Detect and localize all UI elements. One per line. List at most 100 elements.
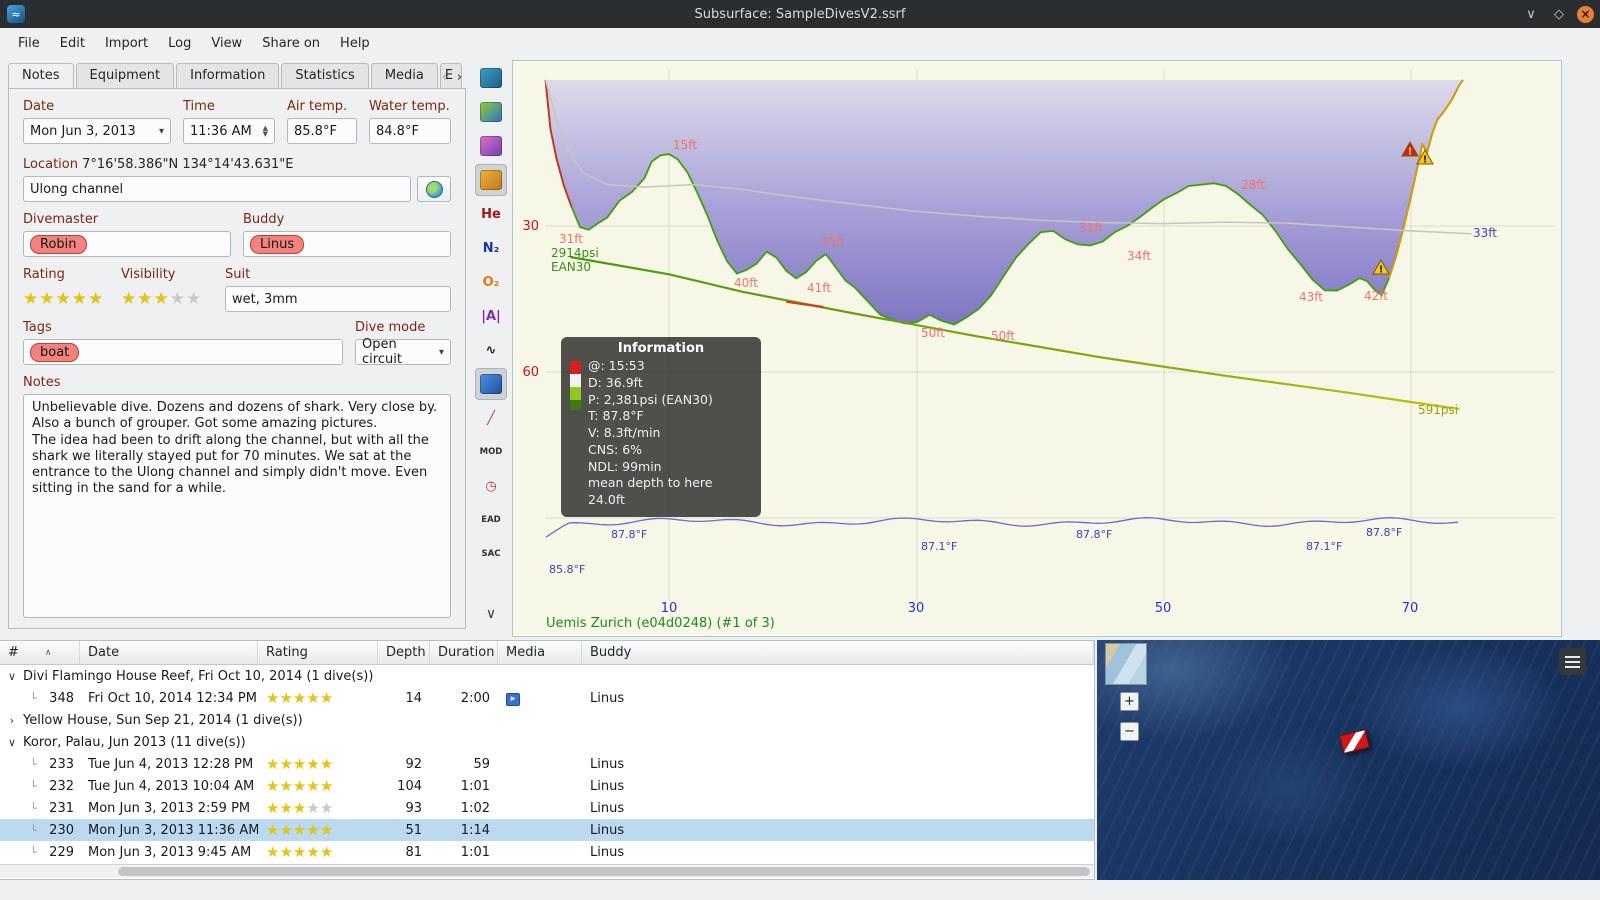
tab-information[interactable]: Information [176, 63, 280, 88]
maximize-icon[interactable]: ◇ [1549, 4, 1569, 24]
air-icon[interactable]: |A| [475, 300, 507, 332]
he-partial-pressure-icon[interactable]: He [475, 198, 507, 230]
minimize-icon[interactable]: ∨ [1521, 4, 1541, 24]
trip-row[interactable]: ∨ Divi Flamingo House Reef, Fri Oct 10, 2… [0, 665, 1094, 687]
dive-profile-chart[interactable]: 30 60 10 30 50 70 15ft 31ft 2914psi EAN30 40ft 35ft… [512, 60, 1562, 637]
ndl-icon[interactable]: ◷ [475, 470, 507, 502]
svg-text:31ft: 31ft [559, 232, 583, 246]
toolbar-collapse-button[interactable]: ∨ [475, 598, 507, 630]
dive-row[interactable]: └ 232 Tue Jun 4, 2013 10:04 AM ★★★★★ 104 1:01… [0, 775, 1094, 797]
dive-row[interactable]: └ 229 Mon Jun 3, 2013 9:45 AM ★★★★★ 81 1:01 Li… [0, 841, 1094, 863]
ceiling-icon[interactable] [475, 96, 507, 128]
menu-file[interactable]: File [8, 32, 50, 55]
menu-share-on[interactable]: Share on [252, 32, 330, 55]
scrollbar-thumb[interactable] [118, 867, 1090, 876]
collapse-icon[interactable]: ∨ [6, 736, 18, 749]
visibility-stars[interactable]: ★ ★ ★ ★ ★ [121, 286, 213, 312]
mod-icon[interactable]: MOD [475, 436, 507, 468]
spinner-arrows-icon[interactable]: ▲ ▼ [263, 125, 268, 138]
svg-text:70: 70 [1402, 601, 1419, 616]
dive-depth: 92 [405, 756, 422, 772]
svg-text:31ft: 31ft [1079, 221, 1103, 235]
n2-partial-pressure-icon[interactable]: N₂ [475, 232, 507, 264]
air-icon-glyph: |A| [481, 308, 501, 324]
dive-computer-icon[interactable] [475, 62, 507, 94]
dive-row[interactable]: └ 231 Mon Jun 3, 2013 2:59 PM ★★★★★ 93 1:02 Li… [0, 797, 1094, 819]
trip-row[interactable]: ∨ Koror, Palau, Jun 2013 (11 dive(s)) [0, 731, 1094, 753]
tag-chip[interactable]: boat [30, 342, 80, 362]
water-temp-field[interactable]: 84.8°F [369, 118, 451, 144]
svg-text:2914psi: 2914psi [551, 246, 599, 260]
air-temp-label: Air temp. [287, 99, 348, 114]
menu-edit[interactable]: Edit [50, 32, 95, 55]
star-icon: ★ [319, 843, 334, 861]
column-header-num[interactable]: # ∧ [0, 641, 80, 664]
divemaster-label: Divemaster [23, 212, 99, 227]
menu-view[interactable]: View [201, 32, 252, 55]
window-title: Subsurface: SampleDivesV2.ssrf [694, 6, 906, 22]
picture-icon[interactable] [475, 368, 507, 400]
divemaster-chip[interactable]: Robin [30, 234, 87, 254]
column-header-media[interactable]: Media [498, 641, 582, 664]
star-icon: ★ [292, 777, 307, 795]
photos-icon[interactable] [475, 164, 507, 196]
column-header-depth[interactable]: Depth [378, 641, 430, 664]
tab-statistics[interactable]: Statistics [281, 63, 369, 88]
dive-row[interactable]: └ 233 Tue Jun 4, 2013 12:28 PM ★★★★★ 92 59 Lin… [0, 753, 1094, 775]
expand-icon[interactable]: › [6, 714, 18, 727]
buddy-chip[interactable]: Linus [250, 234, 305, 254]
column-header-rating[interactable]: Rating [258, 641, 378, 664]
column-header-duration[interactable]: Duration [430, 641, 498, 664]
tab-media[interactable]: Media [370, 63, 438, 88]
ead-icon[interactable]: EAD [475, 504, 507, 536]
dive-row[interactable]: └ 348 Fri Oct 10, 2014 12:34 PM ★★★★★ 14 2:00… [0, 687, 1094, 709]
close-icon[interactable]: × [1577, 5, 1594, 23]
dive-row[interactable]: └ 230 Mon Jun 3, 2013 11:36 AM ★★★★★ 51 1:14 L… [0, 819, 1094, 841]
trip-row[interactable]: › Yellow House, Sun Sep 21, 2014 (1 dive(… [0, 709, 1094, 731]
tab-scroll-right-icon[interactable]: › [453, 68, 466, 86]
air-temp-field[interactable]: 85.8°F [287, 118, 357, 144]
zoom-out-button[interactable]: − [1120, 722, 1139, 741]
tab-notes[interactable]: Notes [8, 63, 74, 88]
column-header-date[interactable]: Date [80, 641, 258, 664]
time-spinner[interactable]: 11:36 AM ▲ ▼ [183, 118, 275, 144]
heart-rate-icon[interactable]: ∿ [475, 334, 507, 366]
rating-stars[interactable]: ★ ★ ★ ★ ★ [23, 286, 109, 312]
divemaster-input[interactable]: Robin [23, 231, 231, 257]
map-overview-inset[interactable] [1105, 643, 1147, 685]
column-header-buddy[interactable]: Buddy [582, 641, 1094, 664]
media-icon[interactable]: ▸ [506, 692, 520, 706]
map-menu-button[interactable] [1559, 648, 1586, 675]
date-select[interactable]: Mon Jun 3, 2013 ▾ [23, 118, 171, 144]
dive-depth: 93 [405, 800, 422, 816]
tab-equipment[interactable]: Equipment [75, 63, 175, 88]
menu-help[interactable]: Help [330, 32, 380, 55]
tags-input[interactable]: boat [23, 339, 343, 365]
collapse-icon[interactable]: ∨ [6, 670, 18, 683]
calculated-ceiling-icon[interactable] [475, 130, 507, 162]
chevron-down-icon: ▾ [438, 346, 444, 358]
suit-input[interactable]: wet, 3mm [225, 286, 451, 312]
map-view[interactable]: + − [1097, 640, 1600, 880]
dive-date: Mon Jun 3, 2013 2:59 PM [88, 800, 251, 816]
buddy-input[interactable]: Linus [243, 231, 451, 257]
star-icon: ★ [292, 799, 307, 817]
menu-log[interactable]: Log [158, 32, 201, 55]
horizontal-scrollbar[interactable] [0, 864, 1094, 878]
dive-mode-select[interactable]: Open circuit ▾ [355, 337, 451, 367]
zoom-in-button[interactable]: + [1120, 692, 1139, 711]
globe-button[interactable] [417, 176, 451, 202]
tab-scroll-left-icon[interactable]: ‹ [438, 68, 451, 86]
rating-label: Rating [23, 267, 65, 282]
location-input[interactable]: Ulong channel [23, 176, 411, 202]
svg-text:30: 30 [522, 219, 539, 234]
dive-rating: ★★★★★ [258, 821, 378, 839]
o2-partial-pressure-icon[interactable]: O₂ [475, 266, 507, 298]
sac-icon[interactable]: SAC [475, 538, 507, 570]
notes-textarea[interactable]: Unbelievable dive. Dozens and dozens of … [23, 394, 451, 618]
dive-site-flag-marker[interactable] [1339, 729, 1370, 754]
ruler-icon[interactable]: ╱ [475, 402, 507, 434]
dive-date: Mon Jun 3, 2013 11:36 AM [88, 822, 258, 838]
dive-duration: 1:01 [460, 844, 490, 860]
menu-import[interactable]: Import [95, 32, 158, 55]
